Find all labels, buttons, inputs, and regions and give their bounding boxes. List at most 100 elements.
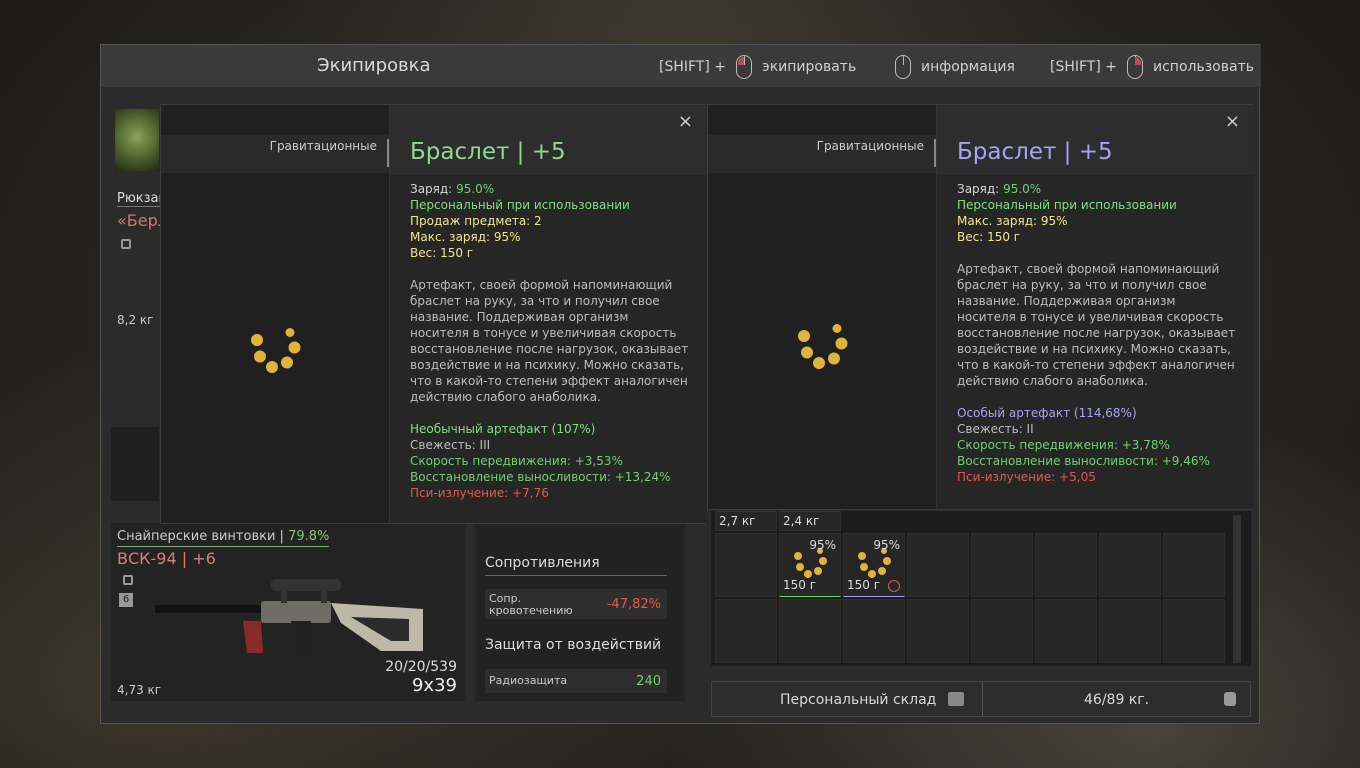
item-tooltip-left: Гравитационные × Браслет | +5 Заряд: 95.… <box>160 104 707 524</box>
hint-info-label: информация <box>921 59 1015 75</box>
item-properties: Заряд: 95.0% Персональный при использова… <box>410 181 690 501</box>
tooltip-info-pane: × Браслет | +5 Заряд: 95.0% Персональный… <box>389 105 707 523</box>
charge-value: 95.0% <box>456 182 495 196</box>
resistances-title: Сопротивления <box>485 555 667 576</box>
mouse-left-icon <box>736 55 753 79</box>
freshness-text: Свежесть: III <box>410 438 491 452</box>
inventory-cell[interactable] <box>843 599 905 663</box>
hint-use-label: использовать <box>1153 59 1254 75</box>
backpack-name[interactable]: «Берлога» <box>117 211 161 230</box>
tooltip-header: × Браслет | +5 <box>937 105 1254 175</box>
cell-charge: 95% <box>809 538 836 552</box>
inventory-cell[interactable] <box>715 533 777 597</box>
hint-equip-label: экипировать <box>762 59 857 75</box>
tooltip-category-bar: Гравитационные <box>161 135 389 173</box>
divider <box>982 682 983 716</box>
weapon-category: Снайперские винтовки | 79.8% <box>117 529 330 547</box>
bleeding-value: -47,82% <box>606 597 661 612</box>
freshness-text: Свежесть: II <box>957 422 1034 436</box>
charge-label: Заряд: <box>410 182 453 196</box>
avatar[interactable] <box>115 109 159 171</box>
radiation-label: Радиозащита <box>489 674 568 687</box>
close-icon[interactable]: × <box>678 111 693 132</box>
tooltip-category: Гравитационные <box>816 139 924 153</box>
inventory-scrollbar[interactable] <box>1233 515 1241 663</box>
inventory-cell[interactable] <box>907 599 969 663</box>
stamina-stat: Восстановление выносливости: +13,24% <box>410 470 671 484</box>
cell-weight: 150 г <box>783 578 817 592</box>
charge-value: 95.0% <box>1003 182 1042 196</box>
stamina-stat: Восстановление выносливости: +9,46% <box>957 454 1210 468</box>
cell-weight: 2,4 кг <box>783 514 820 528</box>
weapon-condition: 79.8% <box>288 529 330 544</box>
weapon-slot[interactable]: Снайперские винтовки | 79.8% ВСК-94 | +6… <box>111 523 465 701</box>
personal-text: Персональный при использовании <box>957 198 1177 212</box>
equipment-slot[interactable] <box>111 427 159 501</box>
speed-stat: Скорость передвижения: +3,78% <box>957 438 1170 452</box>
psi-stat: Пси-излучение: +5,05 <box>957 470 1096 484</box>
hint-equip: [SHIFT] + экипировать <box>659 55 856 79</box>
cell-charge: 95% <box>873 538 900 552</box>
weight-text: Вес: 150 г <box>957 230 1021 244</box>
speed-stat: Скорость передвижения: +3,53% <box>410 454 623 468</box>
inventory-cell[interactable] <box>971 599 1033 663</box>
hint-use: [SHIFT] + использовать <box>1050 55 1254 79</box>
bleeding-label-1: Сопр. <box>489 592 522 605</box>
item-description: Артефакт, своей формой напоминающий брас… <box>410 278 689 404</box>
inventory-cell[interactable] <box>1035 599 1097 663</box>
weapon-name: ВСК-94 | +6 <box>117 549 216 568</box>
weapon-category-label: Снайперские винтовки <box>117 529 276 544</box>
sniper-rifle-icon <box>155 579 423 657</box>
weapon-slot-number: 6 <box>119 593 133 607</box>
mouse-right-icon <box>1127 55 1144 79</box>
hint-info: информация <box>895 55 1015 79</box>
item-name: Браслет | +5 <box>957 139 1113 165</box>
radiation-value: 240 <box>636 674 661 689</box>
personal-text: Персональный при использовании <box>410 198 630 212</box>
inventory-cell[interactable] <box>1035 533 1097 597</box>
item-tooltip-right: Гравитационные × Браслет | +5 Заряд: 95.… <box>707 104 1254 510</box>
inventory-cell[interactable] <box>1163 599 1225 663</box>
item-name: Браслет | +5 <box>410 139 566 165</box>
inventory-cell[interactable] <box>971 533 1033 597</box>
backpack-weight: 8,2 кг <box>117 313 154 327</box>
inventory-cell[interactable]: 2,4 кг <box>779 511 841 531</box>
close-icon[interactable]: × <box>1225 111 1240 132</box>
inventory-cell[interactable] <box>907 533 969 597</box>
bracelet-artifact-icon <box>251 328 301 373</box>
radiation-row: Радиозащита 240 <box>485 669 667 693</box>
timer-icon <box>888 580 900 592</box>
lock-icon <box>123 575 133 585</box>
resistances-panel: Сопротивления Сопр. кровотечению -47,82%… <box>475 523 685 701</box>
mouse-icon <box>895 55 911 79</box>
cell-weight: 150 г <box>847 578 881 592</box>
inventory-cell[interactable] <box>715 599 777 663</box>
tooltip-header: × Браслет | +5 <box>390 105 707 175</box>
item-properties: Заряд: 95.0% Персональный при использова… <box>957 181 1237 485</box>
storage-icon[interactable] <box>948 692 964 706</box>
storage-label[interactable]: Персональный склад <box>780 692 936 708</box>
max-charge-text: Макс. заряд: 95% <box>957 214 1068 228</box>
rarity-text: Необычный артефакт (107%) <box>410 422 596 436</box>
psi-stat: Пси-излучение: +7,76 <box>410 486 549 500</box>
sales-text: Продаж предмета: 2 <box>410 214 542 228</box>
bracelet-artifact-icon <box>798 324 848 369</box>
item-description: Артефакт, своей формой напоминающий брас… <box>957 262 1236 388</box>
inventory-cell[interactable]: 2,7 кг <box>715 511 777 531</box>
inventory-cell[interactable] <box>1099 599 1161 663</box>
inventory-cell[interactable] <box>779 599 841 663</box>
inventory-cell-artifact[interactable]: 95% 150 г <box>779 533 841 597</box>
charge-row: Заряд: 95.0% <box>410 181 690 197</box>
protection-title: Защита от воздействий <box>485 637 662 653</box>
weapon-weight: 4,73 кг <box>117 683 162 697</box>
storage-weight: 46/89 кг. <box>1084 692 1150 708</box>
inventory-cell-artifact[interactable]: 95% 150 г <box>843 533 905 597</box>
title-bar: Экипировка [SHIFT] + экипировать информа… <box>101 45 1261 87</box>
max-charge-text: Макс. заряд: 95% <box>410 230 521 244</box>
window-title: Экипировка <box>317 55 431 76</box>
backpack-label: Рюкзак <box>117 191 161 207</box>
tooltip-info-pane: × Браслет | +5 Заряд: 95.0% Персональный… <box>936 105 1254 509</box>
inventory-cell[interactable] <box>1099 533 1161 597</box>
weight-text: Вес: 150 г <box>410 246 474 260</box>
inventory-cell[interactable] <box>1163 533 1225 597</box>
